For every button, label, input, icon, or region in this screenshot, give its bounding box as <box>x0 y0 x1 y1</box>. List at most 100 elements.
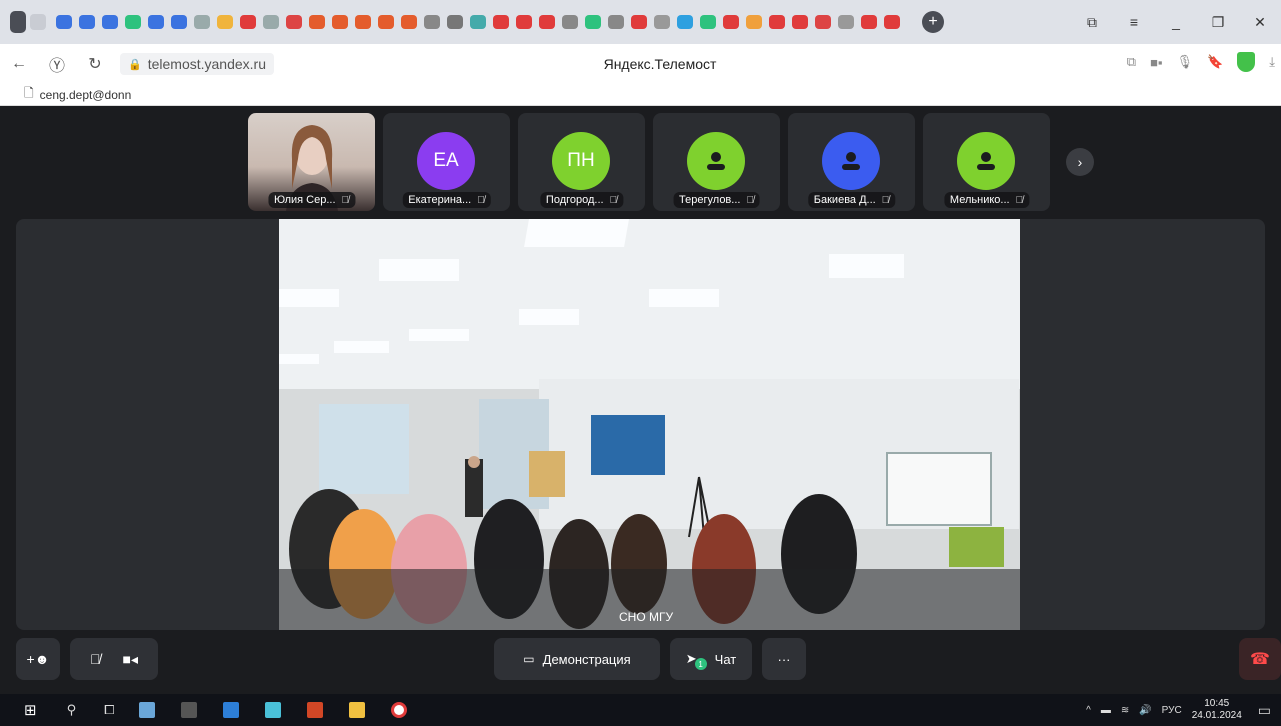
tab-favicon[interactable] <box>493 15 509 29</box>
chat-button[interactable]: ➤ 1 Чат <box>670 638 752 680</box>
speaker-label: СНО МГУ <box>619 610 674 624</box>
url-field[interactable]: 🔒 telemost.yandex.ru <box>120 53 274 75</box>
wifi-icon[interactable]: ≋ <box>1121 705 1129 716</box>
participant-name: Подгород... 🎙̸ <box>539 192 624 208</box>
tab-favicon[interactable] <box>746 15 762 29</box>
restore-icon[interactable]: ❐ <box>1197 14 1239 31</box>
tab-favicon[interactable] <box>700 15 716 29</box>
menu-icon[interactable]: ≡ <box>1113 14 1155 30</box>
mic-off-icon[interactable]: 🎙̸ <box>90 651 101 667</box>
chat-unread-badge: 1 <box>694 658 707 670</box>
start-icon[interactable]: ⊞ <box>24 701 37 719</box>
translate-icon[interactable]: ⧉ <box>1127 54 1136 70</box>
tab-favicon[interactable] <box>447 15 463 29</box>
tab-favicon[interactable] <box>102 15 118 29</box>
new-tab-button[interactable]: + <box>922 11 944 33</box>
app-icon[interactable] <box>264 702 281 718</box>
terminal-icon[interactable] <box>180 702 197 718</box>
search-icon[interactable]: ⚲ <box>67 702 77 718</box>
tab-favicon[interactable] <box>631 15 647 29</box>
minimize-icon[interactable]: _ <box>1155 14 1197 30</box>
back-icon[interactable]: ← <box>0 55 38 73</box>
clock[interactable]: 10:45 24.01.2024 <box>1192 698 1242 722</box>
notifications-icon[interactable]: ▭ <box>1258 702 1271 719</box>
tab-favicon[interactable] <box>815 15 831 29</box>
tab-favicon[interactable] <box>562 15 578 29</box>
yandex-icon[interactable]: Ⓨ <box>38 52 76 76</box>
more-icon: ··· <box>777 651 791 667</box>
participant-tile[interactable]: Бакиева Д... 🎙̸ <box>788 113 915 211</box>
tab-favicon[interactable] <box>401 15 417 29</box>
camera-icon[interactable]: ■◂ <box>123 651 138 668</box>
tab-favicon[interactable] <box>723 15 739 29</box>
tab-favicon[interactable] <box>769 15 785 29</box>
meeting-area: Юлия Сер... 🎙̸ ЕА Екатерина... 🎙̸ ПН Под… <box>0 106 1281 694</box>
tab-list-icon[interactable] <box>30 14 46 30</box>
tab-favicon[interactable] <box>240 15 256 29</box>
invite-button[interactable]: +☻ <box>16 638 60 680</box>
next-participants-button[interactable]: › <box>1066 148 1094 176</box>
participant-tile[interactable]: ПН Подгород... 🎙̸ <box>518 113 645 211</box>
lock-icon: 🔒 <box>128 58 142 71</box>
tab-favicon[interactable] <box>424 15 440 29</box>
close-icon[interactable]: ✕ <box>1239 14 1281 31</box>
tab-favicon[interactable] <box>585 15 601 29</box>
participant-tile[interactable]: ЕА Екатерина... 🎙̸ <box>383 113 510 211</box>
tab-favicon[interactable] <box>309 15 325 29</box>
reload-icon[interactable]: ↻ <box>76 54 114 74</box>
tab-favicon[interactable] <box>654 15 670 29</box>
tab-favicon[interactable] <box>608 15 624 29</box>
bookmarks-bar: 🗋 ceng.dept@donn <box>0 84 1281 106</box>
tab-favicon[interactable] <box>355 15 371 29</box>
tab-favicon[interactable] <box>217 15 233 29</box>
notepad-icon[interactable] <box>138 702 155 718</box>
participant-tile[interactable]: Терегулов... 🎙̸ <box>653 113 780 211</box>
task-view-icon[interactable]: ⧠ <box>104 702 114 718</box>
participant-name-text: Екатерина... <box>408 194 472 206</box>
tab-favicon[interactable] <box>378 15 394 29</box>
audio-icon[interactable] <box>10 11 26 33</box>
active-tab[interactable] <box>125 15 141 29</box>
tab-favicon[interactable] <box>171 15 187 29</box>
tab-favicon[interactable] <box>516 15 532 29</box>
powerpoint-icon[interactable] <box>306 702 323 718</box>
tab-favicon[interactable] <box>677 15 693 29</box>
tab-favicon[interactable] <box>56 15 72 29</box>
tab-favicon[interactable] <box>539 15 555 29</box>
chevron-up-icon[interactable]: ^ <box>1086 705 1091 716</box>
screen-share-button[interactable]: ▭ Демонстрация <box>494 638 660 680</box>
window-controls: ⧉ ≡ _ ❐ ✕ <box>1071 0 1281 44</box>
collections-icon[interactable]: ⧉ <box>1071 14 1113 31</box>
more-button[interactable]: ··· <box>762 638 806 680</box>
tab-favicon[interactable] <box>79 15 95 29</box>
avatar <box>822 132 880 190</box>
protect-shield-icon[interactable] <box>1237 52 1256 72</box>
tab-favicon[interactable] <box>263 15 279 29</box>
participant-name: Бакиева Д... 🎙̸ <box>807 192 896 208</box>
camera-indicator-icon[interactable]: ■▪ <box>1150 55 1162 70</box>
network-icon[interactable]: ▬ <box>1101 705 1111 716</box>
main-video[interactable]: СНО МГУ <box>279 219 1020 630</box>
mic-indicator-icon[interactable]: 🎙 <box>1177 54 1194 70</box>
tab-favicon[interactable] <box>792 15 808 29</box>
tab-favicon[interactable] <box>148 15 164 29</box>
tab-icons <box>56 15 900 29</box>
tab-favicon[interactable] <box>470 15 486 29</box>
end-call-button[interactable]: ☎ <box>1239 638 1281 680</box>
tab-favicon[interactable] <box>884 15 900 29</box>
tab-favicon[interactable] <box>838 15 854 29</box>
bookmark-item[interactable]: ceng.dept@donn <box>40 88 132 102</box>
language-indicator[interactable]: РУС <box>1162 705 1182 716</box>
tab-favicon[interactable] <box>194 15 210 29</box>
folder-icon[interactable] <box>348 702 365 718</box>
participant-tile[interactable]: Мельнико... 🎙̸ <box>923 113 1050 211</box>
participant-tile[interactable]: Юлия Сер... 🎙̸ <box>248 113 375 211</box>
bookmark-icon[interactable]: 🔖 <box>1207 54 1223 70</box>
download-icon[interactable]: ⤓ <box>1269 54 1275 70</box>
volume-icon[interactable]: 🔊 <box>1139 705 1151 716</box>
yandex-browser-icon[interactable] <box>390 702 407 718</box>
tab-favicon[interactable] <box>332 15 348 29</box>
app-icon[interactable] <box>222 702 239 718</box>
tab-favicon[interactable] <box>861 15 877 29</box>
tab-favicon[interactable] <box>286 15 302 29</box>
